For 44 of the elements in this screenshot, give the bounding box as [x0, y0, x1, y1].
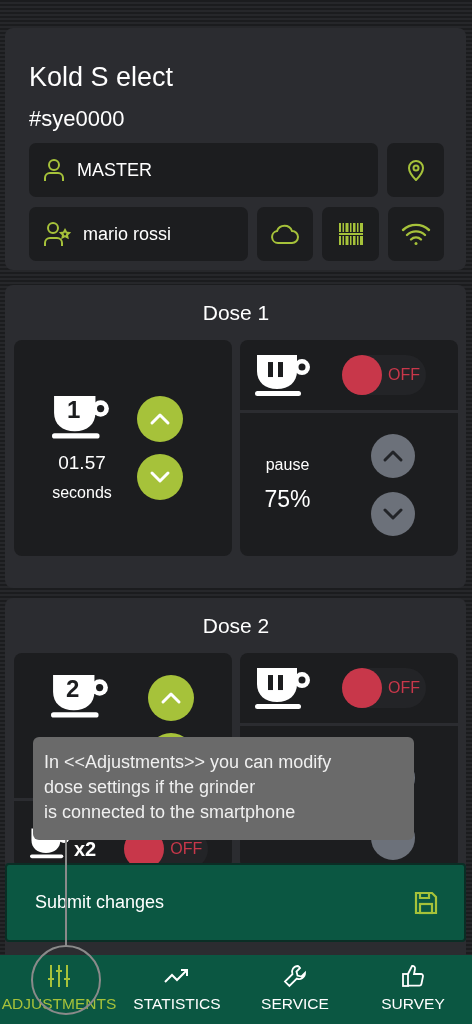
thumbs-up-icon	[401, 964, 425, 988]
location-button[interactable]	[387, 143, 444, 197]
pause-cup-icon	[255, 665, 313, 711]
dose-title: Dose 2	[201, 612, 271, 639]
device-code: #sye0000	[29, 105, 126, 133]
increase-button[interactable]	[148, 675, 194, 721]
double-dose-label: x2	[74, 839, 97, 859]
save-icon	[414, 890, 438, 915]
time-unit: seconds	[52, 483, 112, 502]
cloud-button[interactable]	[257, 207, 313, 261]
cup-number: 1	[67, 396, 81, 425]
user-name: mario rossi	[83, 223, 171, 245]
sliders-icon	[47, 964, 71, 988]
chevron-down-icon	[149, 470, 171, 484]
user-star-icon	[43, 221, 71, 247]
location-pin-icon	[406, 159, 425, 181]
role-label: MASTER	[77, 159, 152, 181]
wifi-icon	[401, 222, 431, 246]
cup-number: 2	[66, 675, 80, 703]
nav-tab[interactable]: SURVEY	[354, 955, 472, 1024]
chevron-down-icon	[382, 506, 404, 521]
chevron-up-icon	[149, 412, 171, 426]
barcode-button[interactable]	[322, 207, 379, 261]
pause-cup-icon	[255, 352, 313, 398]
cup-icon	[51, 673, 111, 719]
pause-label: pause	[265, 456, 310, 474]
wifi-button[interactable]	[388, 207, 444, 261]
dose-time: 01.57	[58, 451, 106, 474]
barcode-icon	[338, 223, 363, 245]
nav-tab[interactable]: STATISTICS	[118, 955, 236, 1024]
tooltip: In <<Adjustments>> you can modify dose settings if the grinder is connected to the smartphone	[33, 737, 414, 840]
wrench-icon	[283, 964, 307, 988]
cloud-icon	[271, 224, 299, 244]
chevron-up-icon	[160, 691, 182, 705]
increase-button[interactable]	[137, 396, 183, 442]
dose-title: Dose 1	[201, 299, 271, 326]
user-icon	[43, 158, 65, 182]
chevron-up-icon	[382, 448, 404, 463]
nav-tab[interactable]: SERVICE	[236, 955, 354, 1024]
device-name: Kold S elect	[29, 61, 175, 94]
cup-icon	[52, 394, 112, 440]
submit-button[interactable]: Submit changes	[5, 863, 466, 942]
decrease-button[interactable]	[137, 454, 183, 500]
pause-value: 75%	[264, 486, 311, 513]
